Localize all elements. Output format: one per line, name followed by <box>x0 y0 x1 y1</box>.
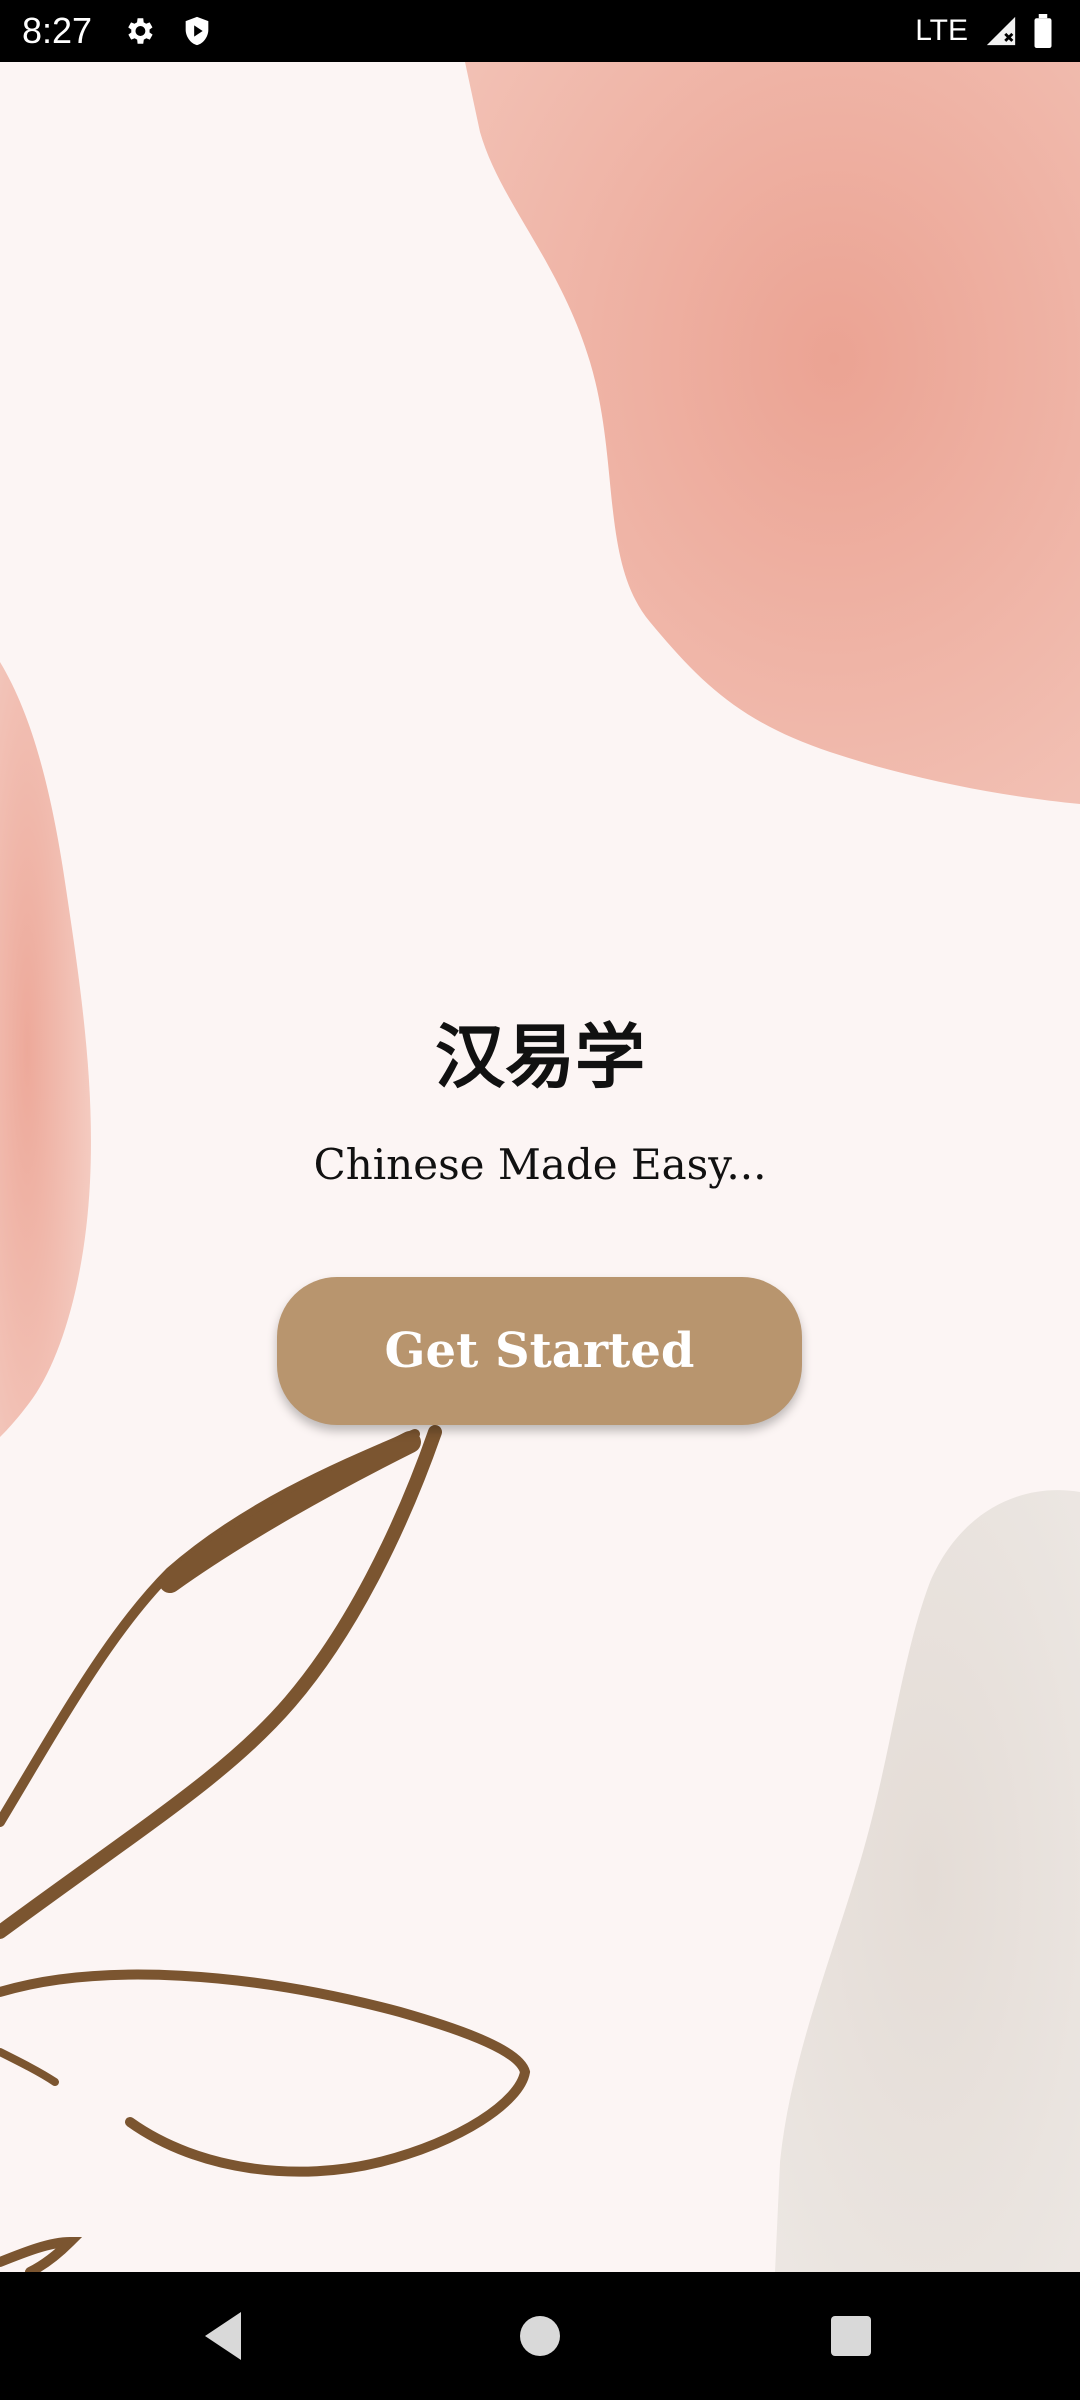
battery-icon <box>1034 14 1052 48</box>
app-tagline: Chinese Made Easy... <box>313 1140 767 1189</box>
settings-icon <box>128 18 153 44</box>
shield-play-icon <box>185 16 209 46</box>
get-started-button[interactable]: Get Started <box>277 1277 802 1425</box>
status-time: 8:27 <box>22 10 93 51</box>
signal-icon <box>986 16 1016 46</box>
screen: 8:27 LTE 汉易学 Chinese Made Easy... Get St… <box>0 0 1080 2400</box>
navigation-bar <box>0 2272 1080 2400</box>
app-screen: 汉易学 Chinese Made Easy... Get Started <box>0 62 1080 2272</box>
welcome-content: 汉易学 Chinese Made Easy... Get Started <box>0 62 1080 2272</box>
app-title: 汉易学 <box>435 1016 645 1098</box>
recents-icon[interactable] <box>811 2296 891 2376</box>
status-bar: 8:27 LTE <box>0 0 1080 62</box>
home-icon[interactable] <box>500 2296 580 2376</box>
back-icon[interactable] <box>185 2296 265 2376</box>
network-type: LTE <box>915 14 968 47</box>
